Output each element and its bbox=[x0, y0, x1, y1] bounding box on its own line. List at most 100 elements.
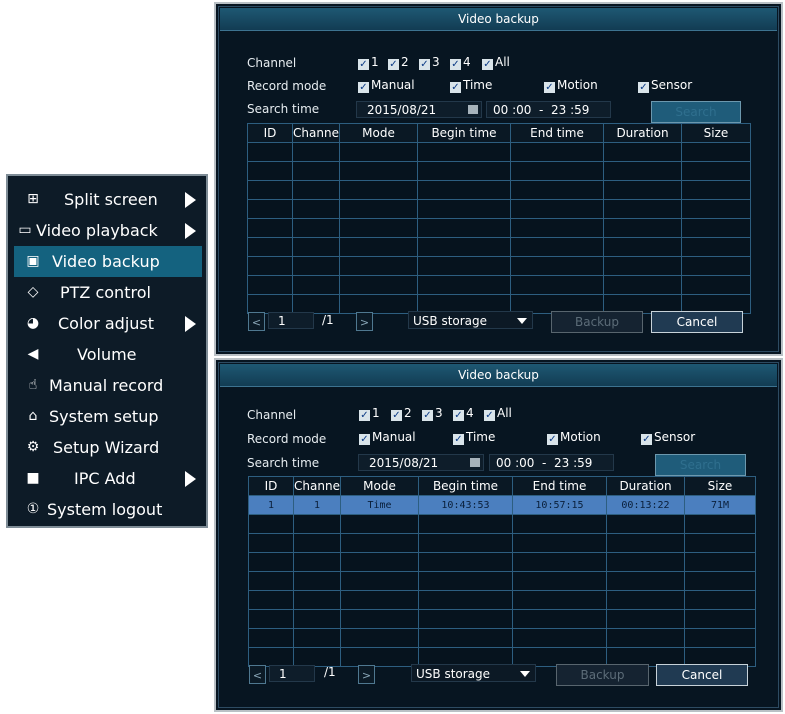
checkmark-icon: ✓ bbox=[359, 434, 370, 445]
backup-button[interactable]: Backup bbox=[551, 311, 643, 333]
col-end-time[interactable]: End time bbox=[512, 476, 607, 496]
channel-3-checkbox[interactable]: ✓ 3 bbox=[419, 55, 440, 70]
page-number-field[interactable]: 1 bbox=[269, 665, 315, 682]
cancel-button[interactable]: Cancel bbox=[651, 311, 743, 333]
table-row[interactable] bbox=[248, 514, 756, 534]
channel-1-checkbox[interactable]: ✓ 1 bbox=[359, 406, 380, 421]
table-row[interactable] bbox=[247, 161, 751, 181]
cancel-button[interactable]: Cancel bbox=[656, 664, 748, 686]
menu-item-label: Setup Wizard bbox=[53, 438, 160, 457]
page-number-field[interactable]: 1 bbox=[268, 312, 314, 329]
col-mode[interactable]: Mode bbox=[340, 476, 419, 496]
col-mode[interactable]: Mode bbox=[339, 123, 418, 143]
mode-manual-checkbox[interactable]: ✓ Manual bbox=[358, 78, 415, 93]
table-row[interactable] bbox=[247, 256, 751, 276]
mode-motion-checkbox[interactable]: ✓ Motion bbox=[547, 430, 601, 445]
menu-item-manual-record[interactable]: ☝ Manual record bbox=[14, 370, 202, 401]
col-begin-time[interactable]: Begin time bbox=[417, 123, 511, 143]
table-row[interactable] bbox=[247, 199, 751, 219]
col-duration[interactable]: Duration bbox=[603, 123, 682, 143]
table-header-row: ID Channe Mode Begin time End time Durat… bbox=[248, 476, 756, 496]
next-page-button[interactable]: > bbox=[356, 312, 373, 331]
menu-item-color-adjust[interactable]: ◕ Color adjust bbox=[14, 308, 202, 339]
menu-item-label: PTZ control bbox=[60, 283, 151, 302]
checkmark-icon: ✓ bbox=[359, 410, 370, 421]
channel-label: Channel bbox=[247, 56, 297, 70]
table-row[interactable] bbox=[247, 142, 751, 162]
menu-item-ptz-control[interactable]: ◇ PTZ control bbox=[14, 277, 202, 308]
time-range-field[interactable]: 00 :00 - 23 :59 bbox=[486, 101, 611, 118]
channel-3-checkbox[interactable]: ✓ 3 bbox=[422, 406, 443, 421]
mode-time-checkbox[interactable]: ✓ Time bbox=[450, 78, 492, 93]
checkmark-icon: ✓ bbox=[450, 59, 461, 70]
search-button[interactable]: Search bbox=[655, 454, 746, 476]
calendar-icon[interactable] bbox=[470, 458, 480, 467]
checkmark-icon: ✓ bbox=[391, 410, 402, 421]
table-row[interactable] bbox=[248, 571, 756, 591]
col-id[interactable]: ID bbox=[247, 123, 293, 143]
checkmark-icon: ✓ bbox=[388, 59, 399, 70]
calendar-icon[interactable] bbox=[468, 105, 478, 114]
date-field[interactable]: 2015/08/21 bbox=[356, 101, 482, 118]
col-end-time[interactable]: End time bbox=[510, 123, 604, 143]
channel-2-checkbox[interactable]: ✓ 2 bbox=[388, 55, 409, 70]
menu-item-video-backup[interactable]: ▣ Video backup bbox=[14, 246, 202, 277]
storage-select[interactable]: USB storage bbox=[411, 664, 536, 682]
date-field[interactable]: 2015/08/21 bbox=[358, 454, 484, 471]
table-row[interactable] bbox=[248, 590, 756, 610]
channel-2-checkbox[interactable]: ✓ 2 bbox=[391, 406, 412, 421]
col-duration[interactable]: Duration bbox=[606, 476, 685, 496]
storage-select[interactable]: USB storage bbox=[408, 311, 533, 329]
search-button[interactable]: Search bbox=[651, 101, 741, 123]
table-row[interactable] bbox=[248, 609, 756, 629]
checkmark-icon: ✓ bbox=[358, 59, 369, 70]
table-row[interactable] bbox=[247, 275, 751, 295]
mode-sensor-checkbox[interactable]: ✓ Sensor bbox=[641, 430, 695, 445]
speaker-icon: ◀ bbox=[27, 346, 39, 362]
mode-sensor-checkbox[interactable]: ✓ Sensor bbox=[638, 78, 692, 93]
chevron-down-icon bbox=[520, 671, 530, 677]
backup-button[interactable]: Backup bbox=[556, 664, 649, 686]
prev-page-button[interactable]: < bbox=[248, 312, 265, 331]
col-channel[interactable]: Channe bbox=[292, 123, 340, 143]
table-row[interactable] bbox=[247, 237, 751, 257]
table-row[interactable] bbox=[247, 180, 751, 200]
menu-item-system-setup[interactable]: ⌂ System setup bbox=[14, 401, 202, 432]
col-size[interactable]: Size bbox=[681, 123, 751, 143]
table-row[interactable] bbox=[247, 218, 751, 238]
menu-item-split-screen[interactable]: ⊞ Split screen bbox=[14, 184, 202, 215]
channel-4-checkbox[interactable]: ✓ 4 bbox=[450, 55, 471, 70]
mode-motion-checkbox[interactable]: ✓ Motion bbox=[544, 78, 598, 93]
col-size[interactable]: Size bbox=[684, 476, 756, 496]
menu-item-label: Video backup bbox=[52, 252, 160, 271]
table-row[interactable] bbox=[248, 552, 756, 572]
next-page-button[interactable]: > bbox=[358, 665, 375, 684]
menu-item-system-logout[interactable]: ① System logout bbox=[14, 494, 202, 525]
col-id[interactable]: ID bbox=[248, 476, 294, 496]
cell-id: 1 bbox=[248, 495, 294, 515]
checkmark-icon: ✓ bbox=[547, 434, 558, 445]
menu-item-setup-wizard[interactable]: ⚙ Setup Wizard bbox=[14, 432, 202, 463]
time-range-field[interactable]: 00 :00 - 23 :59 bbox=[489, 454, 614, 471]
menu-item-ipc-add[interactable]: ■ IPC Add bbox=[14, 463, 202, 494]
table-row-selected[interactable]: 1 1 Time 10:43:53 10:57:15 00:13:22 71M bbox=[248, 495, 756, 515]
channel-all-checkbox[interactable]: ✓ All bbox=[484, 406, 512, 421]
table-row[interactable] bbox=[248, 533, 756, 553]
menu-item-volume[interactable]: ◀ Volume bbox=[14, 339, 202, 370]
mode-manual-checkbox[interactable]: ✓ Manual bbox=[359, 430, 416, 445]
dialog-title: Video backup bbox=[220, 8, 777, 31]
menu-item-video-playback[interactable]: ▭ Video playback bbox=[14, 215, 202, 246]
menu-item-label: Volume bbox=[77, 345, 137, 364]
prev-page-button[interactable]: < bbox=[249, 665, 266, 684]
channel-all-checkbox[interactable]: ✓ All bbox=[482, 55, 510, 70]
mode-time-checkbox[interactable]: ✓ Time bbox=[453, 430, 495, 445]
col-channel[interactable]: Channe bbox=[293, 476, 341, 496]
col-begin-time[interactable]: Begin time bbox=[418, 476, 513, 496]
cell-channel: 1 bbox=[293, 495, 341, 515]
camera-add-icon: ■ bbox=[26, 470, 40, 486]
cell-begin-time: 10:43:53 bbox=[418, 495, 513, 515]
channel-1-checkbox[interactable]: ✓ 1 bbox=[358, 55, 379, 70]
channel-4-checkbox[interactable]: ✓ 4 bbox=[453, 406, 474, 421]
checkmark-icon: ✓ bbox=[419, 59, 430, 70]
table-row[interactable] bbox=[248, 628, 756, 648]
